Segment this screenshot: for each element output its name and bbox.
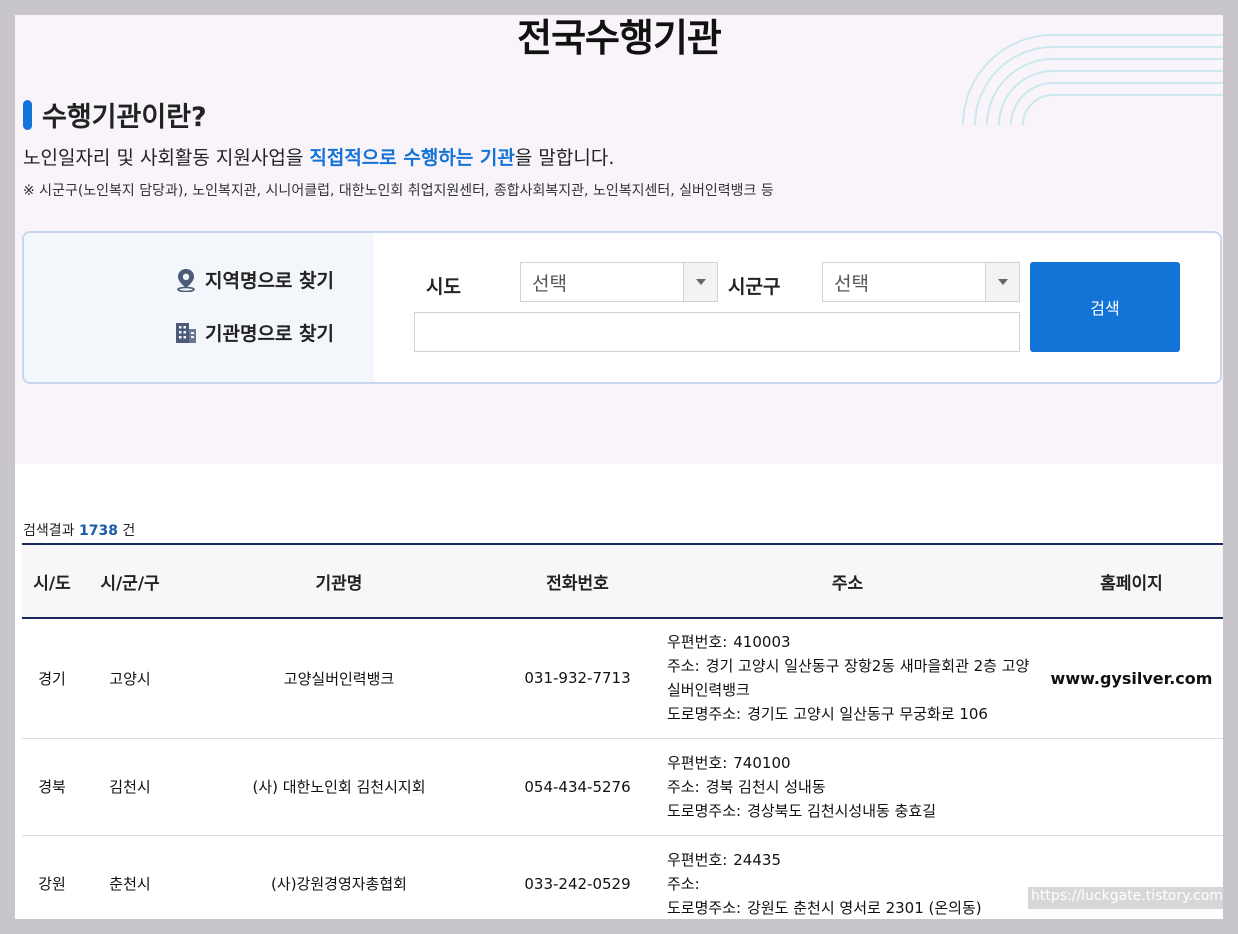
map-pin-icon <box>177 268 195 292</box>
header-sido: 시/도 <box>22 543 82 619</box>
address-road: 도로명주소: 경기도 고양시 일산동구 무궁화로 106 <box>667 705 988 724</box>
find-by-name-label: 기관명으로 찾기 <box>205 323 334 345</box>
page-frame: 전국수행기관 수행기관이란? 노인일자리 및 사회활동 지원사업을 직접적으로 … <box>15 15 1223 919</box>
address-lot: 주소: <box>667 874 700 893</box>
caret-down-icon[interactable] <box>985 263 1019 301</box>
result-count-prefix: 검색결과 <box>23 523 79 539</box>
search-panel: 지역명으로 찾기 기관명으로 찾기 시도 선택 시군구 선택 검색 <box>22 231 1222 384</box>
address-zip: 우편번호: 410003 <box>667 633 791 652</box>
find-by-name-tab[interactable]: 기관명으로 찾기 <box>175 319 334 346</box>
cell-name: 고양실버인력뱅크 <box>178 618 500 739</box>
cell-sigungu: 고양시 <box>82 618 178 739</box>
cell-sido: 강원 <box>22 835 82 919</box>
intro-section: 전국수행기관 수행기관이란? 노인일자리 및 사회활동 지원사업을 직접적으로 … <box>15 15 1223 464</box>
address-zip: 우편번호: 740100 <box>667 753 791 772</box>
header-homepage: 홈페이지 <box>1040 543 1223 619</box>
header-tel: 전화번호 <box>500 543 655 619</box>
cell-tel: 054-434-5276 <box>500 738 655 836</box>
cell-sido: 경북 <box>22 738 82 836</box>
intro-note: ※ 시군구(노인복지 담당과), 노인복지관, 시니어클럽, 대한노인회 취업지… <box>23 183 774 199</box>
find-by-region-label: 지역명으로 찾기 <box>205 270 334 292</box>
search-button[interactable]: 검색 <box>1030 262 1180 352</box>
table-row: 경기 고양시 고양실버인력뱅크 031-932-7713 우편번호: 410003… <box>22 618 1223 739</box>
watermark-text: https://luckgate.tistory.com <box>1028 887 1223 909</box>
result-count: 검색결과 1738 건 <box>23 520 135 540</box>
page-title: 전국수행기관 <box>517 16 722 60</box>
header-name: 기관명 <box>178 543 500 619</box>
result-count-suffix: 건 <box>117 523 136 539</box>
desc-before: 노인일자리 및 사회활동 지원사업을 <box>23 147 310 169</box>
cell-address: 우편번호: 740100 주소: 경북 김천시 성내동 도로명주소: 경상북도 김천시… <box>655 738 1040 836</box>
cell-address: 우편번호: 24435 주소: 도로명주소: 강원도 춘천시 영서로 2301 (온… <box>655 835 1040 919</box>
table-header-row: 시/도 시/군/구 기관명 전화번호 주소 홈페이지 <box>22 543 1223 619</box>
find-by-region-tab[interactable]: 지역명으로 찾기 <box>175 266 334 293</box>
cell-tel: 033-242-0529 <box>500 835 655 919</box>
sigungu-select[interactable]: 선택 <box>822 262 1020 302</box>
address-lot: 주소: 경기 고양시 일산동구 장항2동 새마을회관 2층 고양실버인력뱅크 <box>667 657 1030 700</box>
sido-select[interactable]: 선택 <box>520 262 718 302</box>
sigungu-label: 시군구 <box>728 276 781 298</box>
sigungu-select-value: 선택 <box>834 272 869 295</box>
header-address: 주소 <box>655 543 1040 619</box>
cell-name: (사) 대한노인회 김천시지회 <box>178 738 500 836</box>
cell-name: (사)강원경영자총협회 <box>178 835 500 919</box>
cell-sigungu: 김천시 <box>82 738 178 836</box>
cell-tel: 031-932-7713 <box>500 618 655 739</box>
caret-down-icon[interactable] <box>683 263 717 301</box>
cell-sigungu: 춘천시 <box>82 835 178 919</box>
building-icon <box>176 322 197 343</box>
section-title-bar <box>23 99 32 130</box>
sido-label: 시도 <box>426 276 461 298</box>
section-title: 수행기관이란? <box>23 95 207 134</box>
institution-name-input[interactable] <box>414 312 1020 352</box>
address-road: 도로명주소: 경상북도 김천시성내동 충효길 <box>667 801 936 820</box>
sido-select-value: 선택 <box>532 272 567 295</box>
cell-homepage-link[interactable]: www.gysilver.com <box>1040 618 1223 739</box>
address-lot: 주소: 경북 김천시 성내동 <box>667 777 826 796</box>
search-mode-panel: 지역명으로 찾기 기관명으로 찾기 <box>24 233 374 382</box>
cell-sido: 경기 <box>22 618 82 739</box>
intro-description: 노인일자리 및 사회활동 지원사업을 직접적으로 수행하는 기관을 말합니다. <box>23 143 614 170</box>
table-row: 경북 김천시 (사) 대한노인회 김천시지회 054-434-5276 우편번호… <box>22 738 1223 836</box>
desc-highlight: 직접적으로 수행하는 기관 <box>309 147 515 169</box>
cell-address: 우편번호: 410003 주소: 경기 고양시 일산동구 장항2동 새마을회관 2층… <box>655 618 1040 739</box>
result-count-number: 1738 <box>78 523 118 539</box>
results-table: 시/도 시/군/구 기관명 전화번호 주소 홈페이지 경기 고양시 고양실버인력… <box>22 543 1223 919</box>
section-title-text: 수행기관이란? <box>42 102 207 133</box>
address-zip: 우편번호: 24435 <box>667 850 781 869</box>
desc-after: 을 말합니다. <box>514 147 615 169</box>
header-sigungu: 시/군/구 <box>82 543 178 619</box>
address-road: 도로명주소: 강원도 춘천시 영서로 2301 (온의동) <box>667 898 982 917</box>
cell-homepage-link[interactable] <box>1040 738 1223 836</box>
